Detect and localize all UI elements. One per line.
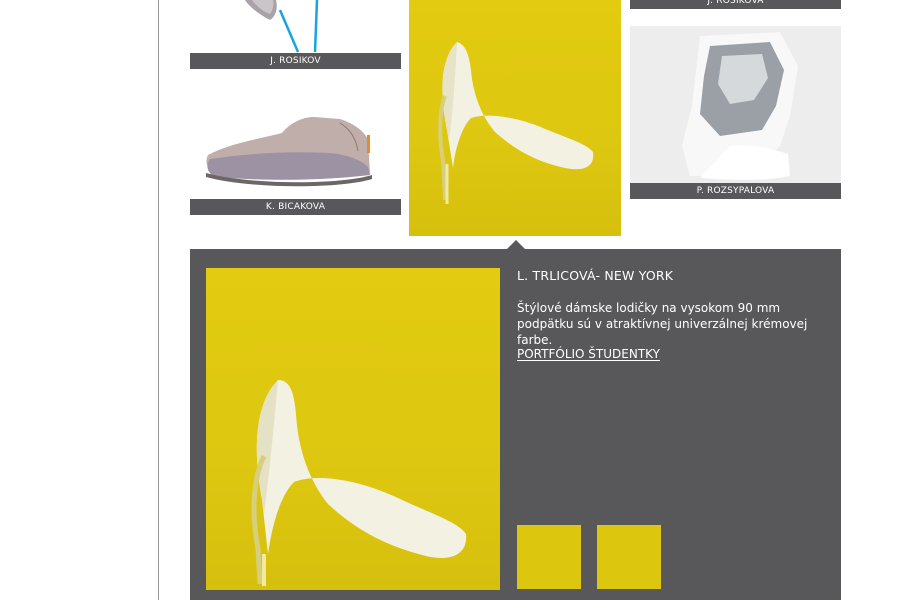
detail-thumbnail[interactable] [597, 525, 661, 589]
gallery-tile-rosikov[interactable]: J. ROSIKOV [190, 0, 401, 69]
detail-panel: L. TRLICOVÁ- NEW YORK Štýlové dámske lod… [190, 249, 841, 600]
gallery-tile-bicakova[interactable]: K. BICAKOVA [190, 95, 401, 215]
left-divider [158, 0, 159, 600]
detail-main-image [206, 268, 500, 590]
panel-pointer [507, 240, 525, 249]
shoe-image [245, 0, 319, 53]
gallery-tile-trlicova[interactable] [409, 0, 621, 236]
gallery-tile-rosikova[interactable]: J. ROSIKOVA [630, 0, 841, 9]
shoe-image [206, 117, 372, 187]
pump-image [438, 42, 594, 204]
tile-caption: P. ROZSYPALOVA [630, 183, 841, 199]
detail-thumbnail[interactable] [517, 525, 581, 589]
portfolio-link[interactable]: PORTFÓLIO ŠTUDENTKY [517, 347, 660, 361]
gallery-tile-rozsypalova[interactable]: P. ROZSYPALOVA [630, 26, 841, 199]
tile-caption: J. ROSIKOVA [630, 0, 841, 9]
pump-image [251, 380, 467, 586]
tile-caption: J. ROSIKOV [190, 53, 401, 69]
detail-description: Štýlové dámske lodičky na vysokom 90 mm … [517, 301, 808, 347]
detail-title: L. TRLICOVÁ- NEW YORK [517, 268, 674, 283]
tile-caption: K. BICAKOVA [190, 199, 401, 215]
sculptural-shoe-image [630, 26, 841, 183]
